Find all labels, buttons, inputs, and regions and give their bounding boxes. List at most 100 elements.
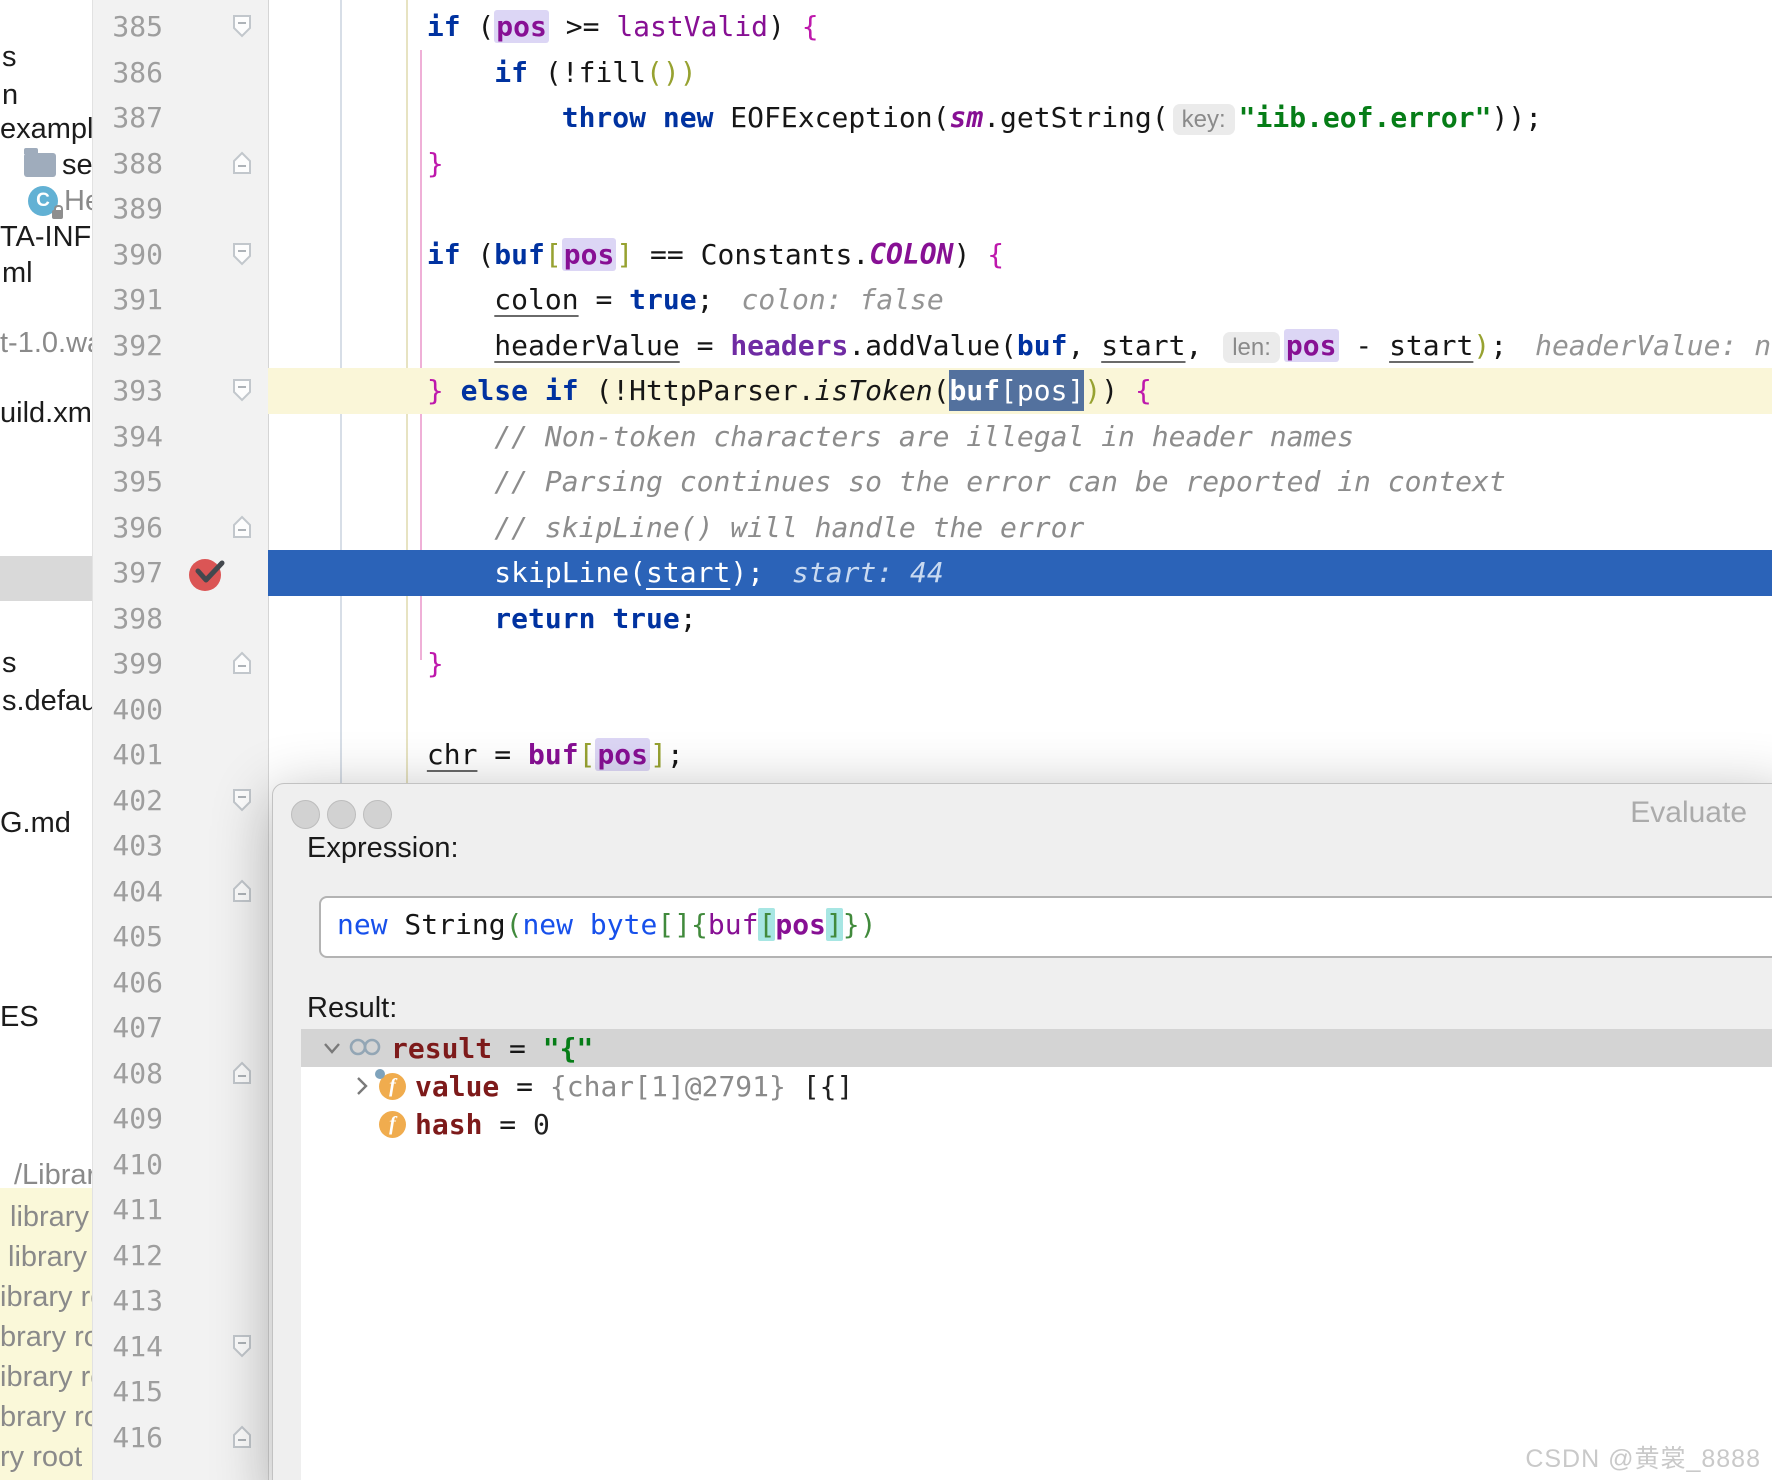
sidebar-item[interactable]: s.defaul [2, 684, 104, 718]
result-tree-row[interactable]: fvalue = {char[1]@2791} [{] [301, 1067, 1772, 1105]
code-indent [292, 465, 494, 498]
code-indent [292, 56, 494, 89]
sidebar-item[interactable]: s [2, 646, 17, 680]
code-token: buf [494, 238, 545, 271]
line-number: 394 [105, 414, 163, 459]
code-indent [292, 647, 427, 680]
code-token: true [629, 283, 696, 316]
sidebar-item[interactable]: ibrary ro [0, 1360, 106, 1394]
code-token: return [494, 602, 595, 635]
fold-marker-icon[interactable] [231, 13, 253, 44]
sidebar-item[interactable]: G.md [0, 806, 71, 840]
chevron-down-icon[interactable] [315, 1040, 349, 1056]
sidebar-item-label: brary ro [0, 1400, 100, 1434]
code-token: new [522, 908, 573, 941]
code-line: throw new EOFException(sm.getString(key:… [292, 95, 1772, 141]
code-token: ( [461, 238, 495, 271]
line-number: 415 [105, 1369, 163, 1414]
window-minimize-button[interactable] [327, 800, 356, 829]
code-line: // skipLine() will handle the error [292, 505, 1772, 551]
sidebar-item-label: ES [0, 1000, 39, 1034]
sidebar-item[interactable]: t-1.0.wa [0, 326, 103, 360]
code-token: key: [1173, 104, 1235, 135]
sidebar-item-label: ry root [0, 1440, 82, 1474]
evaluate-dialog: Evaluate Expression: new String(new byte… [272, 783, 1772, 1480]
code-token: // skipLine() will handle the error [494, 511, 1084, 544]
fold-marker-icon[interactable] [231, 650, 253, 681]
fold-marker-icon[interactable] [231, 787, 253, 818]
code-token: // Parsing continues so the error can be… [494, 465, 1505, 498]
sidebar-item[interactable]: s [2, 40, 17, 74]
fold-marker-icon[interactable] [231, 878, 253, 909]
code-token: chr [427, 738, 478, 771]
sidebar-item-label: library r [8, 1240, 105, 1274]
editor-gutter: 3853863873883893903913923933943953963973… [92, 0, 269, 1480]
line-number: 399 [105, 641, 163, 686]
fold-marker-icon[interactable] [231, 241, 253, 272]
code-token: // Non-token characters are illegal in h… [494, 420, 1354, 453]
line-number: 392 [105, 323, 163, 368]
sidebar-item-label: /Librar [14, 1158, 96, 1192]
fold-marker-icon[interactable] [231, 1333, 253, 1364]
variable-name: result [391, 1032, 492, 1065]
code-line: colon = true;colon: false [292, 277, 1772, 323]
code-token: { [691, 908, 708, 941]
sidebar-item[interactable]: library r [8, 1240, 105, 1274]
code-token: buf [528, 738, 579, 771]
fold-marker-icon[interactable] [231, 377, 253, 408]
code-token: .addValue( [848, 329, 1017, 362]
code-token: [pos] [1000, 370, 1084, 411]
code-token: start: 44 [792, 556, 944, 589]
code-token [595, 602, 612, 635]
code-token: if [545, 374, 579, 407]
code-token: if [494, 56, 528, 89]
line-number: 396 [105, 505, 163, 550]
sidebar-item[interactable]: /Librar [14, 1158, 96, 1192]
expression-input[interactable]: new String(new byte[]{buf[pos]}) [319, 896, 1772, 958]
code-token: .getString( [983, 101, 1168, 134]
line-number: 411 [105, 1187, 163, 1232]
breakpoint-icon[interactable] [185, 553, 237, 600]
code-line: if (buf[pos] == Constants.COLON) { [292, 232, 1772, 278]
sidebar-item-label: ibrary ro [0, 1280, 106, 1314]
sidebar-item[interactable]: CHe [28, 184, 101, 218]
code-token [444, 374, 461, 407]
code-token: , [1186, 329, 1220, 362]
sidebar-item-label: n [2, 78, 18, 112]
code-token: ) [1101, 374, 1135, 407]
code-token: )); [1492, 101, 1543, 134]
code-token: isToken [815, 374, 933, 407]
code-token: [ [545, 238, 562, 271]
code-token: ()) [646, 56, 697, 89]
code-token: buf [1017, 329, 1068, 362]
project-tree-selected-row[interactable] [0, 556, 92, 601]
sidebar-item[interactable]: ES [0, 1000, 39, 1034]
sidebar-item[interactable]: brary ro [0, 1400, 100, 1434]
code-token: byte [590, 908, 657, 941]
code-token: - [1339, 329, 1390, 362]
code-token: new [663, 101, 714, 134]
result-tree-row[interactable]: result = "{" [301, 1029, 1772, 1067]
chevron-right-icon[interactable] [345, 1075, 379, 1097]
result-tree-row[interactable]: fhash = 0 [301, 1105, 1772, 1143]
fold-marker-icon[interactable] [231, 514, 253, 545]
result-tree[interactable]: result = "{"fvalue = {char[1]@2791} [{]f… [301, 1029, 1772, 1480]
window-zoom-button[interactable] [363, 800, 392, 829]
code-token: ] [826, 908, 843, 941]
fold-marker-icon[interactable] [231, 1424, 253, 1455]
fold-marker-icon[interactable] [231, 1060, 253, 1091]
sidebar-item[interactable]: ry root [0, 1440, 82, 1474]
sidebar-item[interactable]: uild.xml [0, 396, 98, 430]
code-token: = [579, 283, 630, 316]
code-token: lastValid [616, 10, 768, 43]
code-token: = [482, 1108, 533, 1141]
sidebar-item[interactable]: ml [2, 256, 33, 290]
field-pin-icon [375, 1069, 385, 1079]
code-token [573, 908, 590, 941]
sidebar-item[interactable]: ibrary ro [0, 1280, 106, 1314]
sidebar-item[interactable]: TA-INF [0, 220, 91, 254]
fold-marker-icon[interactable] [231, 150, 253, 181]
window-close-button[interactable] [291, 800, 320, 829]
line-number: 401 [105, 732, 163, 777]
sidebar-item[interactable]: n [2, 78, 18, 112]
